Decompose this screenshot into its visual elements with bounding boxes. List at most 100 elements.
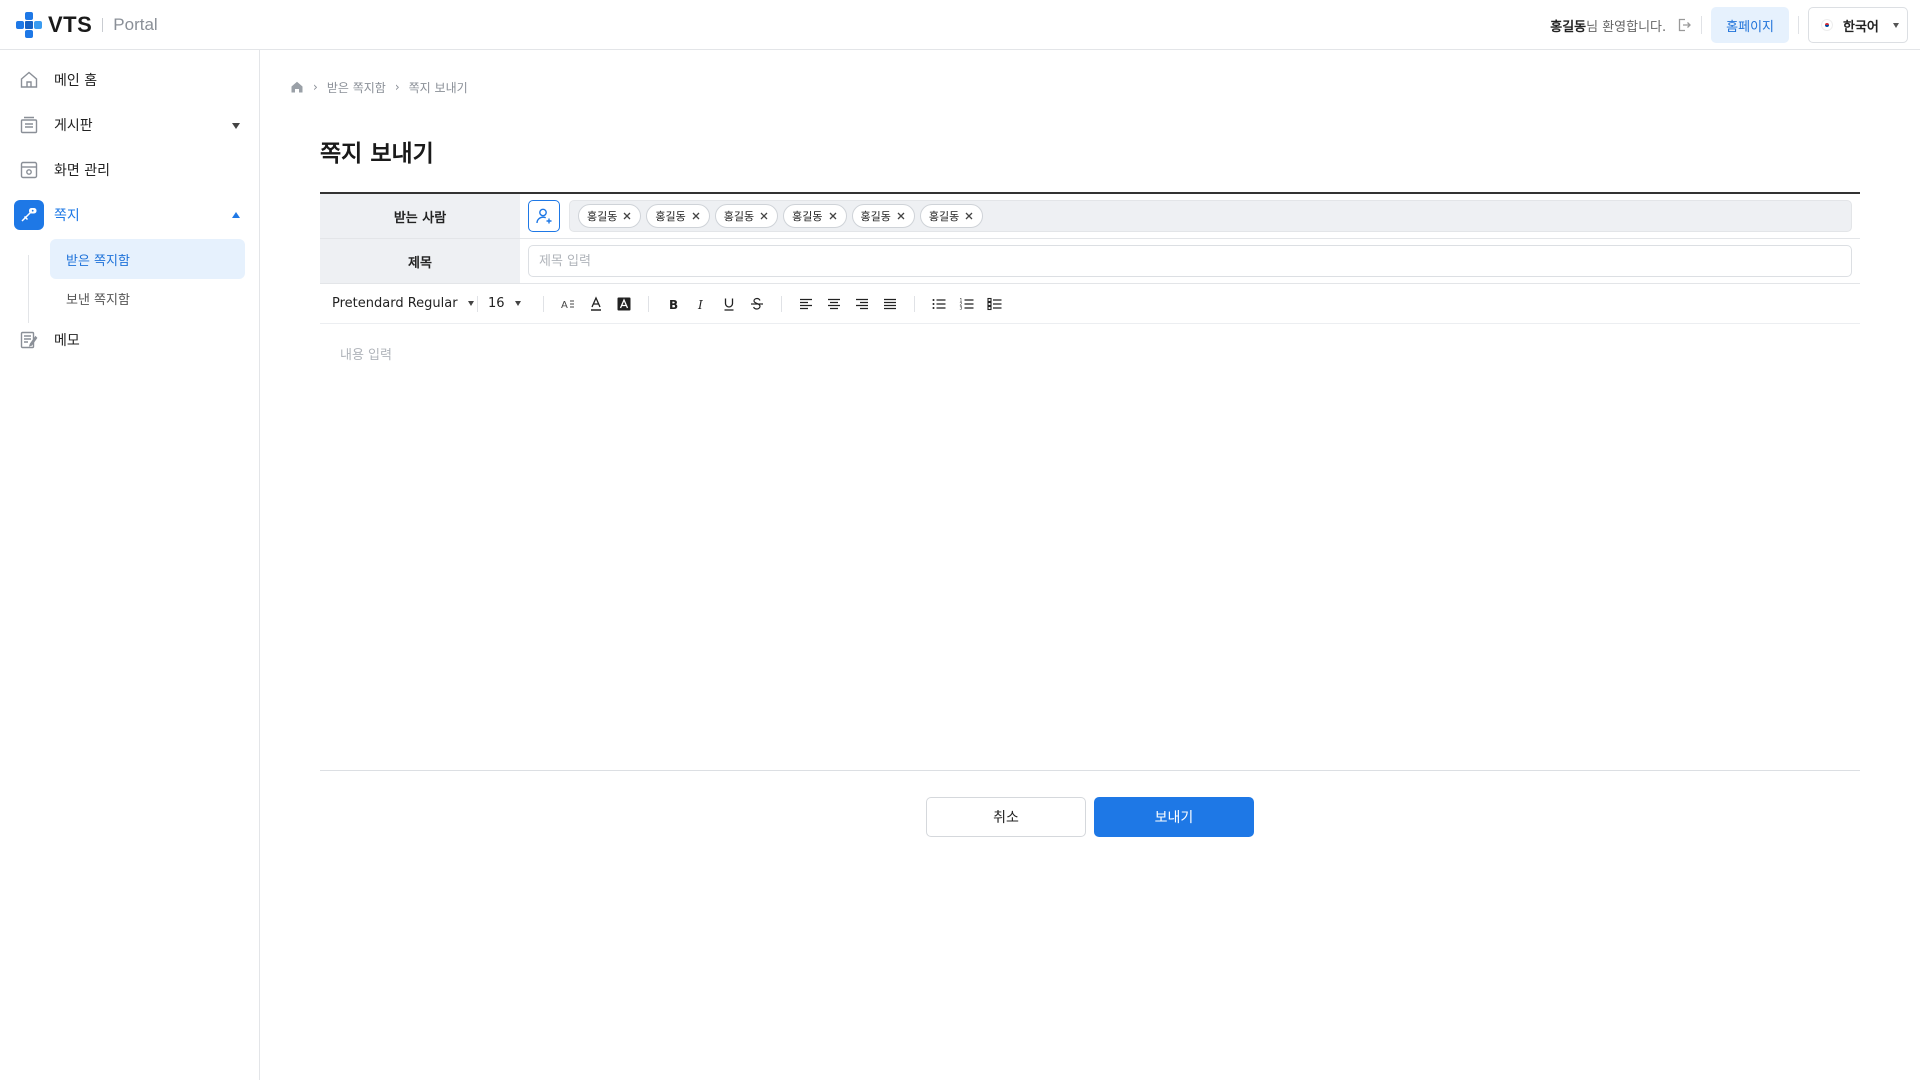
recipient-name: 홍길동: [587, 210, 618, 223]
memo-icon: [14, 325, 44, 355]
align-justify-icon[interactable]: [876, 290, 904, 318]
italic-icon[interactable]: I: [687, 290, 715, 318]
subject-row: 제목: [320, 239, 1860, 284]
logo-divider: [102, 18, 104, 32]
welcome-message: 홍길동님 환영합니다.: [1550, 16, 1666, 35]
sidebar-item-home[interactable]: 메인 홈: [14, 65, 246, 95]
bold-icon[interactable]: B: [659, 290, 687, 318]
sidebar-item-message[interactable]: 쪽지: [14, 200, 246, 230]
toolbar-divider: [543, 295, 544, 312]
home-icon: [14, 65, 44, 95]
logo-subtitle: Portal: [113, 15, 158, 34]
message-form: 받는 사람 홍길동 홍길동 홍길동 홍길동 홍길동 홍길동 제목 제목 입력 P…: [320, 192, 1860, 771]
message-body-editor[interactable]: 내용 입력: [320, 324, 1860, 771]
sidebar-item-screen[interactable]: 화면 관리: [14, 155, 246, 185]
header-divider: [1798, 16, 1799, 34]
logo-icon: [16, 12, 42, 38]
toolbar-divider: [781, 295, 782, 312]
recipient-name: 홍길동: [928, 210, 960, 223]
add-recipient-button[interactable]: [528, 200, 560, 232]
recipient-chip: 홍길동: [783, 204, 847, 228]
home-icon[interactable]: [290, 80, 304, 94]
subject-input[interactable]: [528, 245, 1852, 277]
close-icon[interactable]: [828, 211, 838, 221]
breadcrumb-item[interactable]: 받은 쪽지함: [327, 79, 386, 96]
user-name: 홍길동: [1550, 19, 1587, 35]
font-family-select[interactable]: Pretendard Regular: [332, 296, 477, 311]
recipient-list[interactable]: 홍길동 홍길동 홍길동 홍길동 홍길동 홍길동: [569, 200, 1852, 232]
korea-flag-icon: [1821, 19, 1833, 31]
recipient-name: 홍길동: [792, 210, 823, 223]
submenu-guide-line: [28, 255, 29, 323]
close-icon[interactable]: [622, 211, 632, 221]
toolbar-divider: [648, 295, 649, 312]
font-size-value: 16: [488, 296, 505, 311]
logo-text: VTS: [48, 12, 93, 37]
sidebar-item-board[interactable]: 게시판: [14, 110, 246, 140]
sidebar-item-label: 쪽지: [54, 208, 80, 224]
breadcrumb-item: 쪽지 보내기: [408, 80, 468, 95]
chevron-right-icon: ›: [313, 80, 318, 94]
editor-toolbar: Pretendard Regular 16 A B I 1 2 3: [320, 284, 1860, 324]
main-content: › 받은 쪽지함 › 쪽지 보내기 쪽지 보내기 받는 사람 홍길동 홍길동 홍…: [260, 50, 1920, 1080]
form-actions: 취소 보내기: [926, 797, 1254, 837]
text-color-icon[interactable]: [582, 290, 610, 318]
align-center-icon[interactable]: [820, 290, 848, 318]
close-icon[interactable]: [964, 211, 974, 221]
recipient-label: 받는 사람: [320, 194, 520, 238]
svg-text:3: 3: [960, 305, 963, 311]
align-right-icon[interactable]: [848, 290, 876, 318]
recipient-chip: 홍길동: [646, 204, 710, 228]
chevron-right-icon: ›: [394, 80, 400, 94]
highlight-color-icon[interactable]: [610, 290, 638, 318]
chevron-down-icon: [514, 301, 521, 306]
toolbar-divider: [914, 295, 915, 312]
subject-content: [520, 239, 1860, 283]
top-header: VTS Portal 홍길동님 환영합니다. 홈페이지 한국어: [0, 0, 1920, 50]
recipient-chip: 홍길동: [578, 204, 642, 228]
recipient-name: 홍길동: [723, 210, 755, 223]
subject-label: 제목: [320, 239, 520, 283]
font-size-icon[interactable]: A: [554, 290, 582, 318]
homepage-button[interactable]: 홈페이지: [1711, 7, 1789, 43]
checklist-icon[interactable]: [981, 290, 1009, 318]
sidebar: 메인 홈 게시판 화면 관리 쪽지 받은 쪽지함 보낸 쪽지함 메모: [0, 50, 260, 1080]
numbered-list-icon[interactable]: 123: [953, 290, 981, 318]
sidebar-item-memo[interactable]: 메모: [14, 325, 246, 355]
logout-icon[interactable]: [1676, 17, 1692, 33]
logo[interactable]: VTS Portal: [14, 10, 158, 40]
bullet-list-icon[interactable]: [925, 290, 953, 318]
sidebar-subitem-sent[interactable]: 보낸 쪽지함: [50, 278, 245, 318]
board-icon: [14, 110, 44, 140]
send-button[interactable]: 보내기: [1094, 797, 1254, 837]
add-user-icon: [536, 208, 552, 224]
chevron-up-icon: [232, 212, 240, 218]
close-icon[interactable]: [691, 211, 701, 221]
cancel-button[interactable]: 취소: [926, 797, 1086, 837]
recipient-content: 홍길동 홍길동 홍길동 홍길동 홍길동 홍길동: [520, 194, 1860, 238]
header-divider: [1701, 16, 1703, 34]
svg-text:I: I: [697, 298, 703, 312]
welcome-suffix: 님 환영합니다.: [1586, 19, 1667, 35]
chevron-down-icon: [1893, 23, 1899, 28]
message-icon: [14, 200, 44, 230]
header-actions: 홍길동님 환영합니다. 홈페이지 한국어: [1550, 7, 1908, 43]
recipient-row: 받는 사람 홍길동 홍길동 홍길동 홍길동 홍길동 홍길동: [320, 194, 1860, 239]
toolbar-divider: [477, 295, 478, 312]
breadcrumb: › 받은 쪽지함 › 쪽지 보내기: [290, 79, 468, 95]
chevron-down-icon: [232, 123, 240, 129]
screen-icon: [14, 155, 44, 185]
page-title: 쪽지 보내기: [320, 141, 434, 167]
close-icon[interactable]: [759, 211, 769, 221]
sidebar-item-label: 게시판: [54, 118, 93, 134]
sidebar-subitem-inbox[interactable]: 받은 쪽지함: [50, 239, 245, 279]
align-left-icon[interactable]: [792, 290, 820, 318]
strikethrough-icon[interactable]: [743, 290, 771, 318]
close-icon[interactable]: [896, 211, 906, 221]
language-select[interactable]: 한국어: [1808, 7, 1908, 43]
underline-icon[interactable]: [715, 290, 743, 318]
font-size-select[interactable]: 16: [488, 296, 533, 311]
recipient-chip: 홍길동: [919, 204, 984, 228]
recipient-chip: 홍길동: [851, 204, 915, 228]
recipient-name: 홍길동: [860, 210, 891, 223]
